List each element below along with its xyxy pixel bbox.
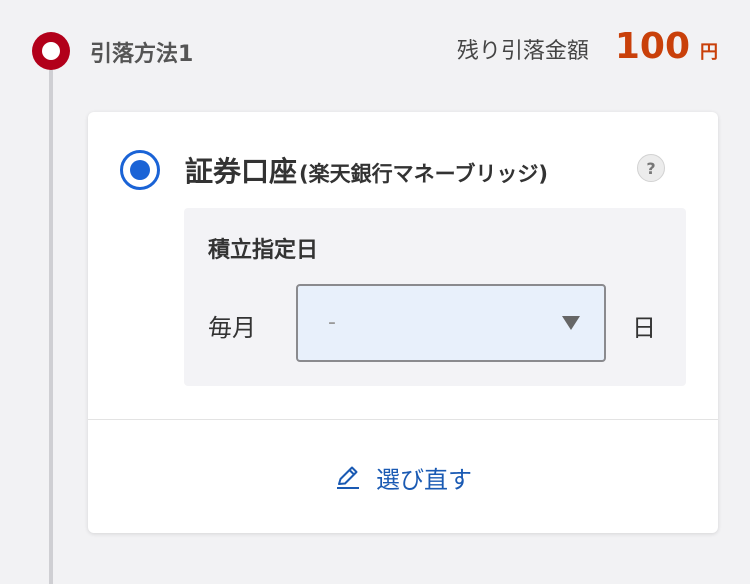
option-title-sub: (楽天銀行マネーブリッジ) bbox=[299, 162, 548, 186]
reselect-button[interactable]: 選び直す bbox=[88, 442, 718, 512]
securities-account-radio[interactable] bbox=[120, 150, 160, 190]
option-title[interactable]: 証券口座 (楽天銀行マネーブリッジ) bbox=[185, 150, 548, 190]
date-setting-panel: 積立指定日 毎月 - 日 bbox=[184, 208, 686, 386]
monthly-label: 毎月 bbox=[208, 314, 256, 342]
remaining-amount-label: 残り引落金額 bbox=[456, 39, 589, 64]
timeline-line bbox=[49, 60, 53, 584]
option-title-main: 証券口座 bbox=[185, 155, 298, 188]
date-select-value: - bbox=[328, 310, 336, 335]
question-icon[interactable]: ? bbox=[637, 154, 665, 182]
chevron-down-icon bbox=[562, 316, 580, 330]
remaining-amount: 残り引落金額 100 円 bbox=[457, 26, 718, 67]
pencil-icon bbox=[334, 463, 362, 491]
divider bbox=[88, 419, 718, 420]
remaining-amount-value: 100 bbox=[614, 26, 690, 67]
payment-option-card: 証券口座 (楽天銀行マネーブリッジ) ? 積立指定日 毎月 - 日 選び直す bbox=[88, 112, 718, 533]
date-setting-heading: 積立指定日 bbox=[208, 238, 319, 263]
date-select[interactable]: - bbox=[296, 284, 606, 362]
day-label: 日 bbox=[632, 314, 656, 342]
reselect-label: 選び直す bbox=[376, 465, 472, 494]
step-label: 引落方法1 bbox=[90, 42, 194, 67]
step-indicator-icon bbox=[32, 32, 70, 70]
remaining-amount-unit: 円 bbox=[700, 42, 718, 63]
